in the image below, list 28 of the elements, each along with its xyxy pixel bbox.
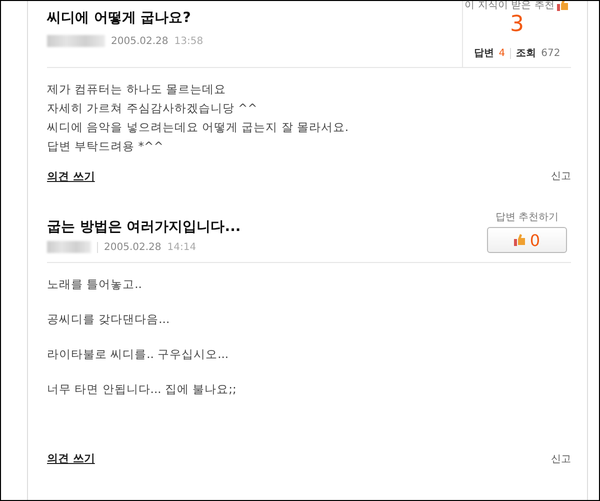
comment-link[interactable]: 의견 쓰기	[47, 168, 95, 184]
answer-text-line: 노래를 틀어놓고..	[47, 277, 143, 292]
views-count: 672	[541, 48, 560, 58]
question-title: 씨디에 어떻게 굽나요?	[47, 9, 192, 27]
recommend-count: 3	[510, 12, 524, 38]
post-time: 14:14	[167, 242, 196, 252]
answers-label: 답변	[474, 47, 494, 60]
answer-title: 굽는 방법은 여러가지입니다...	[47, 218, 241, 236]
thumbs-up-icon	[557, 1, 570, 11]
answer-text-line: 너무 타면 안됩니다... 집에 불나요;;	[47, 382, 238, 397]
views-label: 조회	[516, 47, 536, 60]
answer-text-line: 라이타불로 씨디를.. 구우십시오...	[47, 347, 230, 362]
answers-count: 4	[498, 48, 506, 58]
recommend-answer-label: 답변 추천하기	[495, 211, 559, 224]
thumbs-up-icon	[514, 234, 526, 246]
post-date: 2005.02.28	[104, 242, 162, 252]
answer-text-line: 공씨디를 갖다댄다음...	[47, 312, 171, 327]
blurred-username	[47, 241, 91, 253]
post-time: 13:58	[174, 36, 204, 46]
post-date: 2005.02.28	[111, 36, 168, 46]
blurred-username	[47, 35, 105, 47]
report-link[interactable]: 신고	[551, 169, 571, 183]
report-link[interactable]: 신고	[551, 452, 571, 466]
question-text-line: 제가 컴퓨터는 하나도 몰르는데요	[47, 82, 227, 97]
comment-link[interactable]: 의견 쓰기	[47, 451, 95, 466]
question-text-line: 답변 부탁드려용 *^^	[47, 139, 164, 154]
question-text-line: 자세히 가르쳐 주심감사하겠습니당 ^^	[47, 101, 258, 116]
question-text-line: 씨디에 음악을 넣으려는데요 어떻게 굽는지 잘 몰라서요.	[47, 120, 350, 135]
